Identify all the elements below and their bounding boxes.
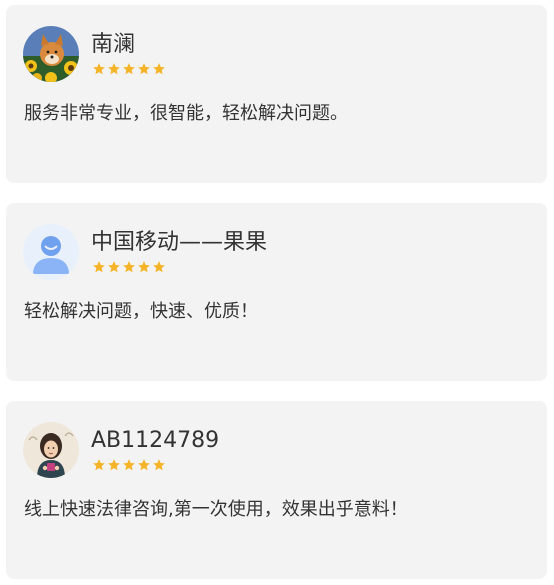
shiba-dog-avatar-icon — [23, 26, 79, 82]
star-icon — [152, 62, 166, 76]
star-icon — [137, 458, 151, 472]
star-icon — [92, 62, 106, 76]
default-user-avatar-icon — [23, 224, 79, 280]
star-icon — [152, 260, 166, 274]
review-card: AB1124789 线上快速法律咨询,第一次使用，效果出乎意料！ — [6, 401, 547, 579]
review-card: 中国移动——果果 轻松解决问题，快速、优质！ — [6, 203, 547, 381]
review-text: 服务非常专业，很智能，轻松解决问题。 — [24, 103, 348, 124]
reviewer-name: AB1124789 — [91, 428, 220, 453]
star-rating — [92, 260, 166, 274]
star-icon — [122, 260, 136, 274]
star-icon — [107, 62, 121, 76]
star-icon — [122, 62, 136, 76]
star-icon — [92, 458, 106, 472]
reviewer-name: 中国移动——果果 — [91, 230, 268, 255]
star-icon — [107, 260, 121, 274]
star-icon — [92, 260, 106, 274]
review-text: 轻松解决问题，快速、优质！ — [24, 301, 258, 322]
star-rating — [92, 62, 166, 76]
review-card: 南澜 服务非常专业，很智能，轻松解决问题。 — [6, 5, 547, 183]
reviewer-name: 南澜 — [91, 32, 136, 57]
star-icon — [137, 62, 151, 76]
star-icon — [107, 458, 121, 472]
star-rating — [92, 458, 166, 472]
review-text: 线上快速法律咨询,第一次使用，效果出乎意料！ — [24, 499, 408, 520]
star-icon — [137, 260, 151, 274]
illustrated-person-avatar-icon — [23, 422, 79, 478]
star-icon — [152, 458, 166, 472]
star-icon — [122, 458, 136, 472]
